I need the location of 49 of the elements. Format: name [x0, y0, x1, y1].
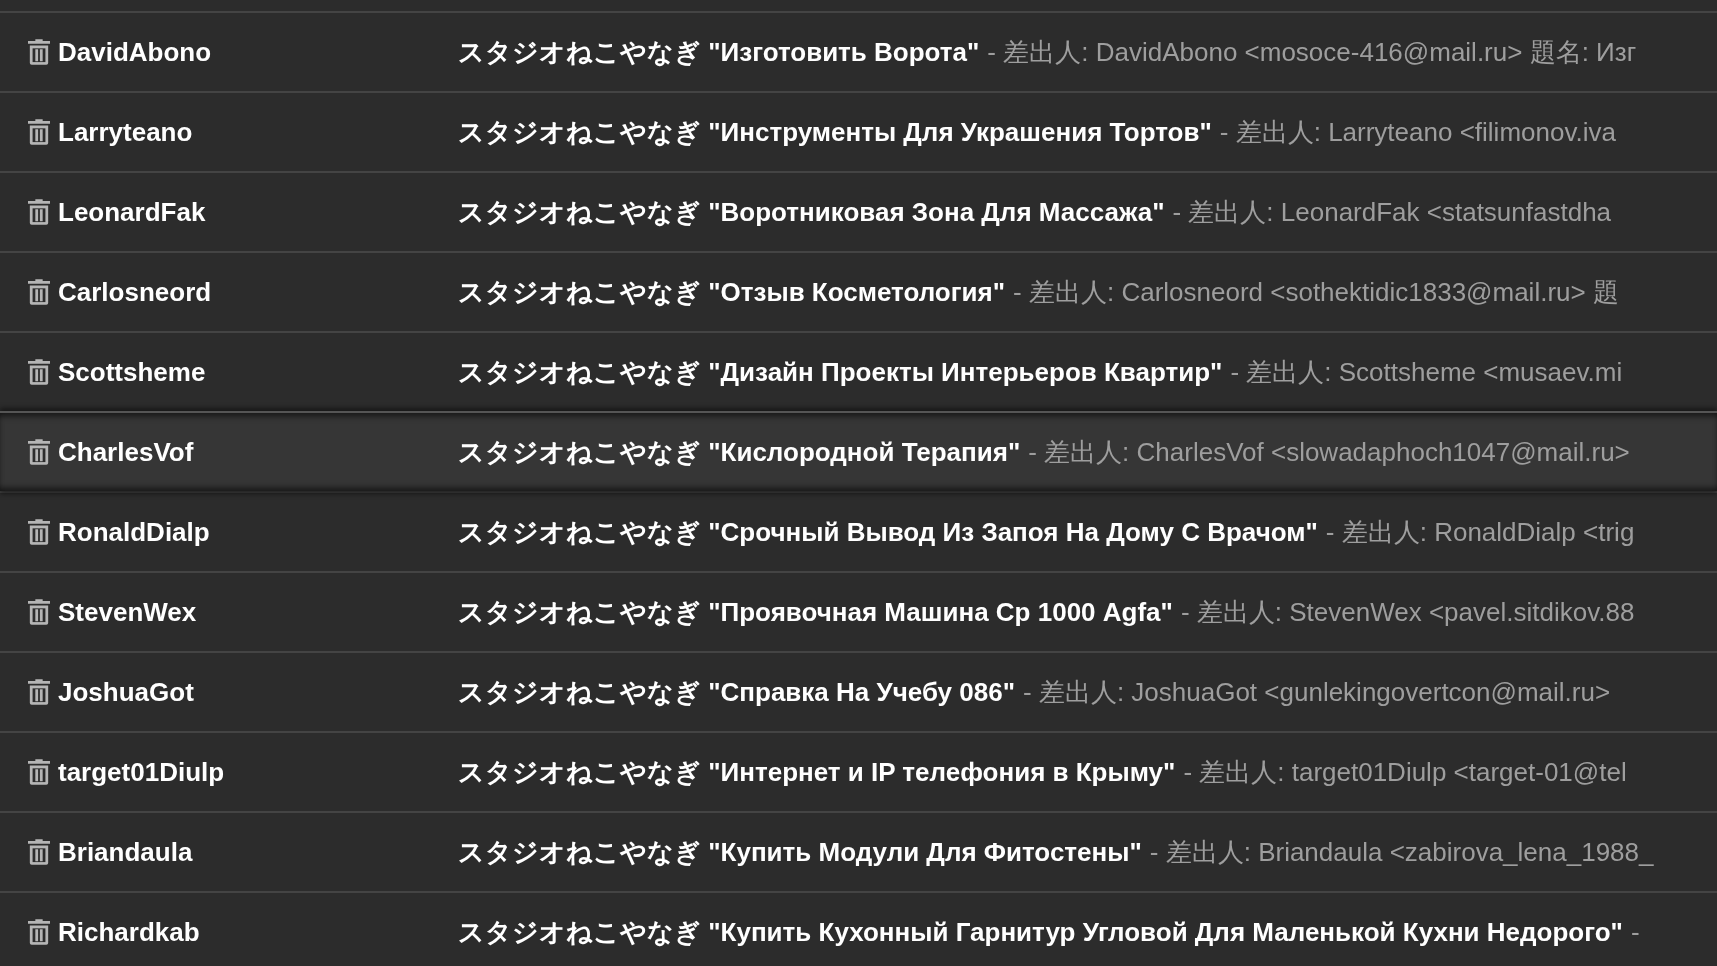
sender-name: Briandaula	[58, 836, 194, 868]
subject-text: スタジオねこやなぎ "Кислородной Терапия"	[458, 435, 1021, 469]
trash-icon[interactable]	[28, 199, 50, 225]
sender-name: CharlesVof	[58, 436, 195, 468]
trash-icon[interactable]	[28, 919, 50, 945]
sender-name: LeonardFak	[58, 196, 207, 228]
message-row[interactable]: CharlesVof スタジオねこやなぎ "Кислородной Терапия" - 差出人: CharlesVof <slowadaphoch1047@mail.ru>	[0, 411, 1717, 491]
subject-text: スタジオねこやなぎ "Срочный Вывод Из Запоя На Дому С Врачом"	[458, 515, 1318, 549]
sender-name: Larryteano	[58, 116, 194, 148]
snippet-text: - 差出人: RonaldDialp <trig	[1325, 515, 1635, 549]
trash-icon[interactable]	[28, 279, 50, 305]
sender-name: Richardkab	[58, 916, 201, 948]
trash-icon[interactable]	[28, 839, 50, 865]
sender-name: target01Diulp	[58, 756, 226, 788]
sender-name: Scottsheme	[58, 356, 207, 388]
trash-icon[interactable]	[28, 759, 50, 785]
trash-icon[interactable]	[28, 119, 50, 145]
sender-name: Carlosneord	[58, 276, 213, 308]
sender-name: StevenWex	[58, 596, 198, 628]
trash-icon[interactable]	[28, 39, 50, 65]
snippet-text: - 差出人: Scottsheme <musaev.mi	[1230, 355, 1623, 389]
trash-icon[interactable]	[28, 679, 50, 705]
sender-name: RonaldDialp	[58, 516, 211, 548]
trash-icon[interactable]	[28, 439, 50, 465]
snippet-text: - 差出人: JoshuaGot <gunlekingovertcon@mail.ru>	[1023, 675, 1611, 709]
snippet-text: - 差出人: StevenWex <pavel.sitdikov.88	[1180, 595, 1635, 629]
subject-text: スタジオねこやなぎ "Воротниковая Зона Для Массажа"	[458, 195, 1165, 229]
subject-text: スタジオねこやなぎ "Купить Модули Для Фитостены"	[458, 835, 1142, 869]
trash-icon[interactable]	[28, 519, 50, 545]
snippet-text: - 差出人: DavidAbono <mosoce-416@mail.ru> 題名: Изг	[987, 35, 1637, 69]
subject-text: スタジオねこやなぎ "Изготовить Ворота"	[458, 35, 980, 69]
subject-text: スタジオねこやなぎ "Инструменты Для Украшения Тортов"	[458, 115, 1212, 149]
snippet-text: - 差出人: Carlosneord <sothektidic1833@mail.ru> 題	[1013, 275, 1619, 309]
subject-text: スタジオねこやなぎ "Справка На Учебу 086"	[458, 675, 1015, 709]
snippet-text: - 差出人: Briandaula <zabirova_lena_1988_	[1149, 835, 1654, 869]
subject-text: スタジオねこやなぎ "Проявочная Машина Ср 1000 Agfa"	[458, 595, 1173, 629]
snippet-text: -	[1630, 916, 1640, 948]
snippet-text: - 差出人: LeonardFak <statsunfastdha	[1172, 195, 1612, 229]
trash-icon[interactable]	[28, 599, 50, 625]
sender-name: JoshuaGot	[58, 676, 195, 708]
snippet-text: - 差出人: CharlesVof <slowadaphoch1047@mail.ru>	[1028, 435, 1630, 469]
subject-text: スタジオねこやなぎ "Интернет и IP телефония в Крыму"	[458, 755, 1176, 789]
subject-text: スタジオねこやなぎ "Купить Кухонный Гарнитур Угловой Для Маленькой Кухни Недорого"	[458, 915, 1623, 949]
subject-text: スタジオねこやなぎ "Дизайн Проекты Интерьеров Квартир"	[458, 355, 1223, 389]
trash-icon[interactable]	[28, 359, 50, 385]
sender-name: DavidAbono	[58, 36, 213, 68]
snippet-text: - 差出人: target01Diulp <target-01@tel	[1183, 755, 1627, 789]
subject-text: スタジオねこやなぎ "Отзыв Косметология"	[458, 275, 1006, 309]
snippet-text: - 差出人: Larryteano <filimonov.iva	[1219, 115, 1616, 149]
